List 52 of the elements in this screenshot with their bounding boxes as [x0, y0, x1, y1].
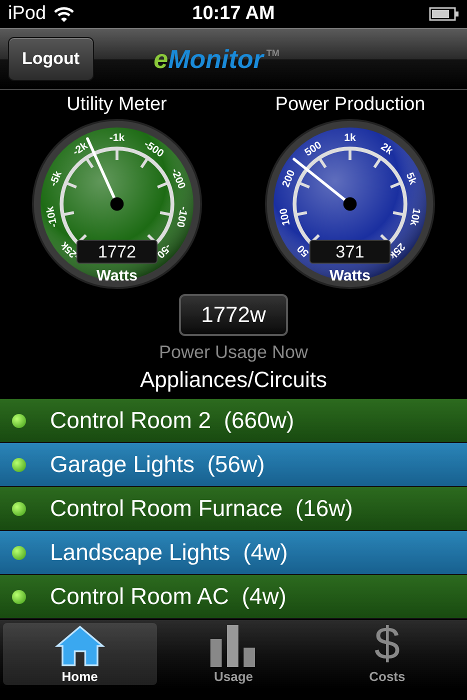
tick-label: 1k — [344, 132, 356, 144]
status-dot-icon — [12, 546, 26, 560]
status-dot-icon — [12, 590, 26, 604]
appliance-row[interactable]: Landscape Lights (4w) — [0, 531, 467, 575]
tick-label: -100 — [174, 205, 190, 228]
appliance-label: Control Room 2 (660w) — [50, 407, 294, 434]
appliance-row[interactable]: Control Room AC (4w) — [0, 575, 467, 619]
tick-label: 50 — [295, 242, 312, 260]
tick-label: -25k — [58, 239, 82, 262]
needle-hub — [110, 197, 124, 211]
logout-button[interactable]: Logout — [8, 37, 94, 81]
gauge-unit: Watts — [96, 267, 138, 284]
tick-label: 10k — [408, 207, 423, 227]
gauge-title: Utility Meter — [66, 94, 167, 116]
tick-label: -50 — [154, 241, 174, 260]
gauge-value: 371 — [336, 242, 365, 262]
tick-label: -2k — [70, 140, 90, 158]
status-dot-icon — [12, 502, 26, 516]
appliance-label: Control Room AC (4w) — [50, 583, 286, 610]
battery-icon — [429, 7, 459, 21]
appliance-row[interactable]: Control Room Furnace (16w) — [0, 487, 467, 531]
tick-label: -200 — [168, 166, 188, 191]
section-title: Appliances/Circuits — [140, 367, 328, 392]
appliance-row[interactable]: Garage Lights (56w) — [0, 443, 467, 487]
tick-label: 2k — [378, 140, 396, 158]
tab-item[interactable]: Usage — [156, 623, 310, 685]
appliance-row[interactable]: Control Room 2 (660w) — [0, 399, 467, 443]
tick-label: 5k — [404, 171, 420, 186]
appliance-label: Control Room Furnace (16w) — [50, 495, 353, 522]
wifi-icon — [54, 6, 74, 22]
status-dot-icon — [12, 458, 26, 472]
tick-label: 500 — [302, 139, 324, 159]
tab-item[interactable]: Home — [3, 623, 157, 685]
appliance-label: Garage Lights (56w) — [50, 451, 265, 478]
tick-label: -1k — [109, 132, 124, 144]
usage-readout: 1772w — [179, 294, 288, 336]
tick-label: -5k — [47, 169, 64, 188]
gauge-title: Power Production — [275, 94, 426, 116]
app-logo: eMonitor$^{TM}$ — [154, 44, 280, 74]
needle-hub — [344, 197, 357, 211]
usage-label: Power Usage Now — [158, 342, 308, 363]
tick-label: 100 — [278, 207, 293, 227]
carrier-label: iPod — [8, 3, 46, 25]
appliance-label: Landscape Lights (4w) — [50, 539, 288, 566]
tick-label: -10k — [44, 205, 60, 228]
clock-time: 10:17 AM — [192, 3, 275, 24]
tick-label: 25k — [386, 240, 408, 262]
tick-label: -500 — [141, 138, 166, 160]
gauge-unit: Watts — [330, 267, 371, 284]
tick-label: 200 — [280, 168, 298, 190]
gauge-value: 1772 — [98, 242, 136, 262]
status-dot-icon — [12, 414, 26, 428]
